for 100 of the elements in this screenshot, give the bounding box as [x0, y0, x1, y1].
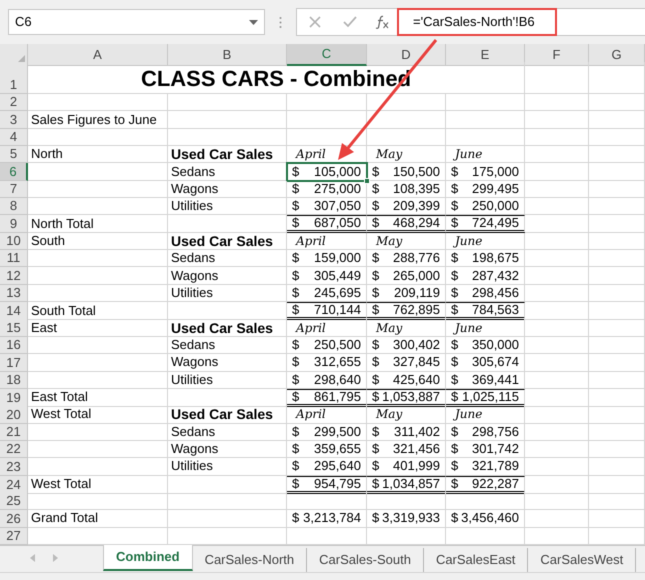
currency-cell[interactable]: $ 159,000 — [287, 250, 367, 268]
column-header[interactable]: D — [367, 44, 446, 66]
empty-cell[interactable] — [168, 128, 287, 146]
row-header[interactable]: 11 — [0, 250, 28, 268]
empty-cell[interactable] — [446, 492, 525, 510]
empty-cell[interactable] — [525, 354, 589, 372]
fill-handle[interactable] — [364, 178, 370, 184]
column-header[interactable]: G — [589, 44, 645, 66]
empty-cell[interactable] — [589, 250, 645, 268]
category-label[interactable]: Sedans — [168, 336, 287, 354]
empty-cell[interactable] — [525, 388, 589, 407]
empty-cell[interactable] — [589, 510, 645, 528]
row-header[interactable]: 12 — [0, 267, 28, 285]
row-header[interactable]: 4 — [0, 128, 28, 146]
empty-cell[interactable] — [525, 250, 589, 268]
empty-cell[interactable] — [525, 458, 589, 476]
currency-cell[interactable]: $ 724,495 — [446, 215, 525, 234]
row-header[interactable]: 9 — [0, 215, 28, 234]
currency-cell[interactable]: $ 312,655 — [287, 354, 367, 372]
scroll-left-icon[interactable] — [30, 554, 35, 562]
category-label[interactable]: Wagons — [168, 267, 287, 285]
empty-cell[interactable] — [525, 267, 589, 285]
empty-cell[interactable] — [589, 372, 645, 389]
currency-cell[interactable]: $ 175,000 — [446, 163, 525, 181]
row-header[interactable]: 3 — [0, 111, 28, 129]
currency-cell[interactable]: $ 250,000 — [446, 198, 525, 216]
empty-cell[interactable] — [589, 198, 645, 216]
currency-cell[interactable]: $ 265,000 — [367, 267, 446, 285]
empty-cell[interactable] — [589, 62, 645, 94]
category-label[interactable]: Sedans — [168, 163, 287, 181]
currency-cell[interactable]: $ 369,441 — [446, 372, 525, 389]
month-header[interactable]: May — [367, 406, 446, 424]
empty-cell[interactable] — [589, 388, 645, 407]
category-label[interactable]: Utilities — [168, 284, 287, 302]
dropdown-caret-icon[interactable] — [249, 20, 258, 24]
category-label[interactable]: Wagons — [168, 180, 287, 198]
empty-cell[interactable] — [168, 492, 287, 510]
currency-cell[interactable]: $ 307,050 — [287, 198, 367, 216]
scroll-right-icon[interactable] — [53, 554, 58, 562]
row-header[interactable]: 19 — [0, 388, 28, 407]
currency-cell[interactable]: $ 321,456 — [367, 440, 446, 458]
column-header[interactable]: E — [446, 44, 525, 66]
section-heading[interactable]: Used Car Sales — [168, 319, 287, 337]
total-label[interactable]: South Total — [28, 302, 168, 320]
month-header[interactable]: June — [446, 232, 525, 250]
currency-cell[interactable]: $ 298,640 — [287, 372, 367, 389]
column-header[interactable]: F — [525, 44, 589, 66]
empty-cell[interactable] — [525, 476, 589, 494]
currency-cell[interactable]: $ 295,640 — [287, 458, 367, 476]
empty-cell[interactable] — [525, 232, 589, 250]
month-header[interactable]: May — [367, 319, 446, 337]
row-header[interactable]: 5 — [0, 146, 28, 164]
month-header[interactable]: April — [287, 319, 367, 337]
empty-cell[interactable] — [589, 492, 645, 510]
empty-cell[interactable] — [525, 62, 589, 94]
region-label[interactable]: South — [28, 232, 168, 250]
empty-cell[interactable] — [446, 111, 525, 129]
currency-cell[interactable]: $ 1,025,115 — [446, 388, 525, 407]
currency-cell[interactable]: $ 108,395 — [367, 180, 446, 198]
empty-cell[interactable] — [589, 424, 645, 441]
active-cell[interactable]: $ 105,000 — [287, 163, 367, 181]
enter-check-icon[interactable] — [343, 16, 357, 28]
empty-cell[interactable] — [589, 163, 645, 181]
empty-cell[interactable] — [287, 111, 367, 129]
category-label[interactable]: Wagons — [168, 440, 287, 458]
empty-cell[interactable] — [168, 111, 287, 129]
empty-cell[interactable] — [525, 440, 589, 458]
currency-cell[interactable]: $ 861,795 — [287, 388, 367, 407]
empty-cell[interactable] — [168, 388, 287, 407]
month-header[interactable]: April — [287, 232, 367, 250]
currency-cell[interactable]: $ 321,789 — [446, 458, 525, 476]
empty-cell[interactable] — [446, 128, 525, 146]
row-header[interactable]: 27 — [0, 528, 28, 545]
region-label[interactable]: West Total — [28, 406, 168, 424]
currency-cell[interactable]: $ 305,449 — [287, 267, 367, 285]
row-header[interactable]: 21 — [0, 424, 28, 441]
currency-cell[interactable]: $ 3,213,784 — [287, 510, 367, 528]
empty-cell[interactable] — [525, 284, 589, 302]
row-header[interactable]: 16 — [0, 336, 28, 354]
currency-cell[interactable]: $ 245,695 — [287, 284, 367, 302]
empty-cell[interactable] — [367, 111, 446, 129]
sheet-tab[interactable]: Combined — [103, 545, 193, 571]
month-header[interactable]: May — [367, 146, 446, 164]
row-header[interactable]: 24 — [0, 476, 28, 494]
section-heading[interactable]: Used Car Sales — [168, 406, 287, 424]
row-header[interactable]: 1 — [0, 62, 28, 94]
empty-cell[interactable] — [525, 215, 589, 234]
empty-cell[interactable] — [525, 510, 589, 528]
category-label[interactable]: Sedans — [168, 250, 287, 268]
section-heading[interactable]: Used Car Sales — [168, 232, 287, 250]
region-label[interactable]: North — [28, 146, 168, 164]
currency-cell[interactable]: $ 301,742 — [446, 440, 525, 458]
empty-cell[interactable] — [589, 440, 645, 458]
currency-cell[interactable]: $ 350,000 — [446, 336, 525, 354]
empty-cell[interactable] — [525, 372, 589, 389]
empty-cell[interactable] — [589, 336, 645, 354]
empty-cell[interactable] — [589, 458, 645, 476]
empty-cell[interactable] — [589, 267, 645, 285]
row-header[interactable]: 20 — [0, 406, 28, 424]
row-header[interactable]: 13 — [0, 284, 28, 302]
